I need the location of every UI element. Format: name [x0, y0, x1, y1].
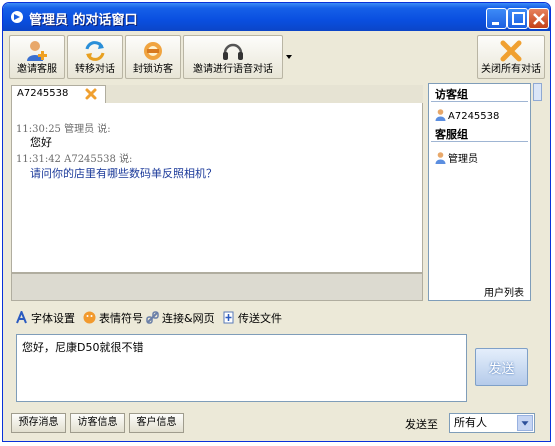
collapse-panel-arrow-icon[interactable] [533, 83, 542, 101]
title-bar[interactable]: 管理员 的对话窗口 [3, 3, 550, 31]
message-header: 11:30:25 管理员 说: [16, 120, 111, 135]
maximize-button[interactable] [507, 8, 528, 29]
customer-info-button[interactable]: 客户信息 [129, 413, 184, 433]
tab-label: A7245538 [17, 88, 69, 99]
close-icon [533, 13, 545, 25]
voice-chat-button[interactable]: 邀请进行语音对话 [183, 35, 283, 79]
visitor-group-header: 访客组 [435, 88, 468, 101]
user-list-panel: 访客组 A7245538 客服组 管理员 用户列表 [428, 83, 531, 301]
font-settings-label: 字体设置 [31, 312, 75, 325]
emoticons-label: 表情符号 [99, 312, 143, 325]
close-button[interactable] [528, 8, 549, 29]
transfer-label: 转移对话 [75, 64, 115, 75]
chat-horizontal-scrollbar[interactable] [11, 273, 423, 301]
visitor-info-button[interactable]: 访客信息 [70, 413, 125, 433]
saved-messages-button[interactable]: 预存消息 [11, 413, 66, 433]
toolbar-overflow-arrow-icon[interactable] [284, 35, 294, 79]
minimize-icon [492, 22, 499, 25]
message-text: 请问你的店里有哪些数码单反照相机？ [30, 167, 217, 180]
message-text: 您好 [30, 136, 52, 149]
voice-chat-label: 邀请进行语音对话 [193, 64, 273, 75]
emoticons-button[interactable]: 表情符号 [83, 310, 143, 326]
file-icon [223, 311, 234, 324]
user-list-label: 用户列表 [484, 288, 524, 299]
window-title: 管理员 的对话窗口 [29, 13, 138, 28]
toolbar: 邀请客服 转移对话 封锁访客 邀请进行语音对话 关闭所有对话 [7, 33, 546, 81]
user-icon [435, 152, 446, 164]
chevron-down-icon [517, 415, 533, 431]
send-button[interactable]: 发送 [475, 348, 528, 386]
invite-agent-button[interactable]: 邀请客服 [9, 35, 65, 79]
block-visitor-button[interactable]: 封锁访客 [125, 35, 181, 79]
visitor-item[interactable]: A7245538 [435, 109, 499, 122]
message-header: 11:31:42 A7245538 说: [16, 150, 132, 165]
format-bar: 字体设置 表情符号 连接&网页 传送文件 [15, 310, 435, 328]
message-say: 说: [119, 154, 133, 165]
close-tab-icon[interactable] [84, 87, 98, 101]
transfer-button[interactable]: 转移对话 [67, 35, 123, 79]
message-sender: 管理员 [64, 124, 95, 135]
send-to-value: 所有人 [454, 416, 487, 429]
invite-agent-label: 邀请客服 [17, 64, 57, 75]
group-divider [431, 141, 528, 142]
message-input[interactable] [16, 334, 467, 402]
group-divider [431, 101, 528, 102]
send-file-button[interactable]: 传送文件 [222, 310, 282, 326]
agent-group-header: 客服组 [435, 128, 468, 141]
chat-log[interactable]: 11:30:25 管理员 说: 您好 11:31:42 A7245538 说: … [11, 103, 423, 273]
message-sender: A7245538 [64, 154, 116, 165]
maximize-icon [512, 12, 525, 25]
agent-name: 管理员 [448, 154, 478, 165]
chat-window: 管理员 的对话窗口 邀请客服 转移对话 封锁访客 邀请进行语音对话 关闭所有对话… [2, 2, 551, 442]
send-file-label: 传送文件 [238, 312, 282, 325]
block-visitor-label: 封锁访客 [133, 64, 173, 75]
user-icon [435, 109, 446, 121]
agent-item[interactable]: 管理员 [435, 150, 478, 165]
chat-tab-strip: A7245538 [11, 85, 423, 103]
font-icon [16, 311, 27, 324]
visitor-name: A7245538 [448, 111, 500, 122]
minimize-button[interactable] [486, 8, 507, 29]
link-label: 连接&网页 [162, 312, 215, 325]
bottom-bar: 预存消息 访客信息 客户信息 发送至 所有人 [7, 409, 546, 439]
app-icon [11, 11, 23, 23]
close-all-label: 关闭所有对话 [481, 64, 541, 75]
tab-visitor-chat[interactable]: A7245538 [11, 85, 106, 103]
send-to-label: 发送至 [405, 418, 438, 431]
link-icon [146, 311, 159, 324]
link-button[interactable]: 连接&网页 [146, 310, 215, 326]
message-time: 11:31:42 [16, 154, 61, 165]
font-settings-button[interactable]: 字体设置 [15, 310, 75, 326]
close-all-button[interactable]: 关闭所有对话 [477, 35, 545, 79]
send-to-select[interactable]: 所有人 [449, 413, 535, 433]
smiley-icon [83, 311, 96, 324]
message-say: 说: [97, 124, 111, 135]
